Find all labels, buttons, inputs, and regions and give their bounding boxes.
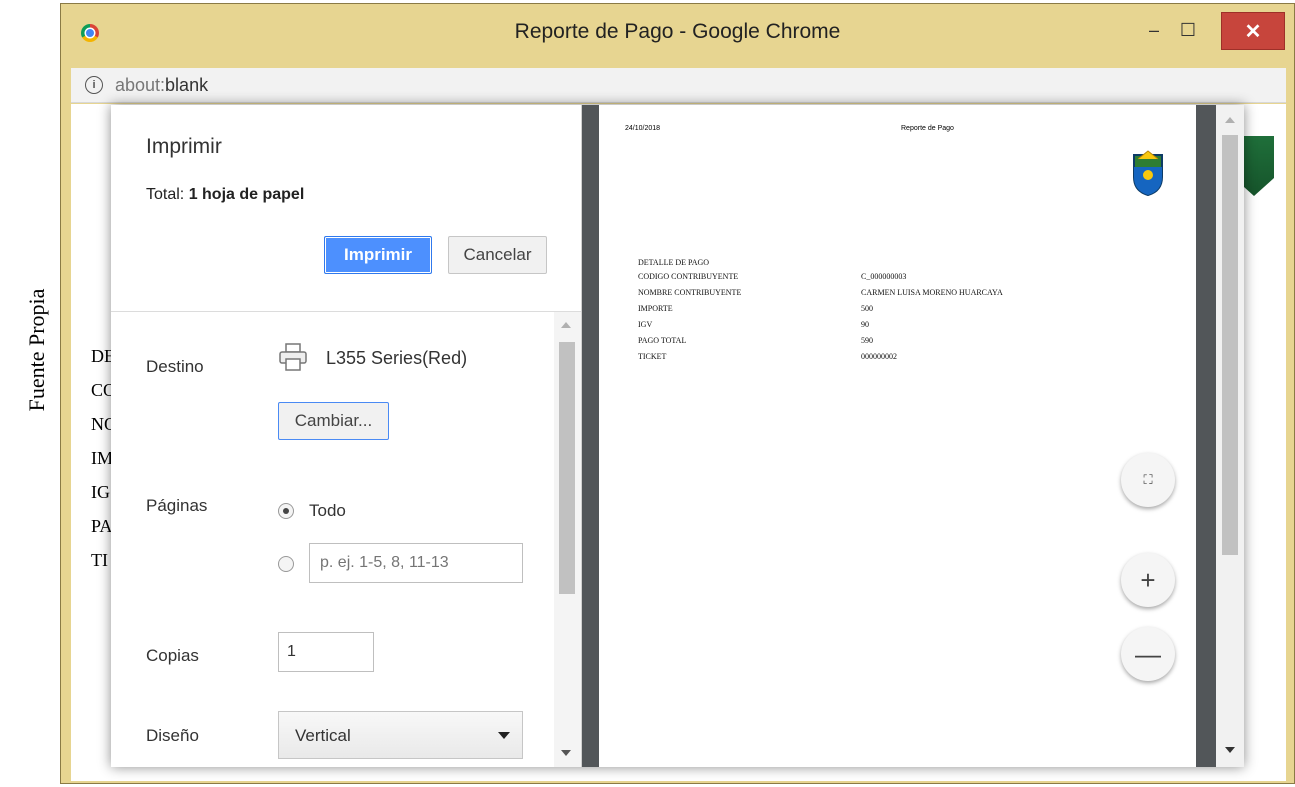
maximize-button[interactable]: ☐ — [1173, 13, 1203, 47]
scroll-down-arrow-icon[interactable] — [561, 750, 571, 756]
copies-input[interactable] — [278, 632, 374, 672]
scroll-up-arrow-icon[interactable] — [561, 322, 571, 328]
layout-label: Diseño — [146, 726, 199, 745]
preview-row-label: TICKET — [638, 352, 667, 361]
preview-date: 24/10/2018 — [625, 125, 661, 132]
sheet-total: Total: 1 hoja de papel — [146, 186, 304, 204]
total-label: Total: — [146, 186, 189, 203]
print-settings-panel: Imprimir Total: 1 hoja de papel Imprimir… — [111, 105, 582, 767]
destination-label: Destino — [146, 357, 204, 376]
background-text: IM — [91, 448, 113, 468]
preview-title: Reporte de Pago — [901, 125, 954, 132]
info-icon[interactable]: i — [85, 76, 103, 94]
change-destination-button[interactable]: Cambiar... — [278, 402, 389, 440]
preview-row-label: PAGO TOTAL — [638, 336, 687, 345]
figure-caption: Fuente Propia — [22, 245, 52, 455]
municipal-shield-logo — [1133, 150, 1163, 197]
settings-scroll-area[interactable]: Destino L355 Series(Red) Cambiar... Pági… — [111, 312, 581, 767]
layout-value: Vertical — [295, 726, 351, 745]
preview-row-label: CODIGO CONTRIBUYENTE — [638, 272, 739, 281]
preview-row-label: IGV — [638, 320, 653, 329]
print-header: Imprimir Total: 1 hoja de papel Imprimir… — [111, 105, 581, 312]
minimize-button[interactable]: – — [1139, 13, 1169, 47]
print-preview-area[interactable]: 24/10/2018 Reporte de Pago DETALLE DE PA… — [582, 105, 1244, 767]
window-title: Reporte de Pago - Google Chrome — [514, 20, 841, 43]
preview-scroll-down-icon[interactable] — [1225, 747, 1235, 753]
title-bar[interactable]: Reporte de Pago - Google Chrome – ☐ ✕ — [61, 4, 1294, 62]
preview-row-value: 500 — [861, 304, 873, 313]
background-text: TI — [91, 550, 108, 570]
background-text: IG — [91, 482, 110, 502]
pages-range-radio[interactable] — [278, 556, 294, 572]
settings-scroll-thumb[interactable] — [559, 342, 575, 594]
zoom-out-button[interactable]: — — [1121, 627, 1175, 681]
pages-all-label[interactable]: Todo — [309, 501, 346, 521]
pages-all-radio[interactable] — [278, 503, 294, 519]
cancel-button[interactable]: Cancelar — [448, 236, 547, 274]
url-scheme: about: — [115, 75, 166, 95]
chevron-down-icon — [498, 732, 510, 739]
preview-section-title: DETALLE DE PAGO — [638, 258, 710, 267]
preview-row-value: CARMEN LUISA MORENO HUARCAYA — [861, 288, 1003, 297]
preview-scroll-thumb[interactable] — [1222, 135, 1238, 555]
preview-row-value: 000000002 — [861, 352, 897, 361]
url-path: blank — [165, 75, 209, 95]
close-button[interactable]: ✕ — [1221, 12, 1285, 50]
total-value: 1 hoja de papel — [188, 186, 305, 203]
layout-select[interactable]: Vertical — [278, 711, 523, 759]
preview-page: 24/10/2018 Reporte de Pago DETALLE DE PA… — [599, 105, 1196, 767]
preview-scroll-up-icon[interactable] — [1225, 117, 1235, 123]
pages-label: Páginas — [146, 496, 208, 515]
pages-range-input[interactable] — [309, 543, 523, 583]
url-text[interactable]: about:blank — [115, 75, 208, 96]
preview-row-value: 590 — [861, 336, 873, 345]
caption-text: Fuente Propia — [24, 288, 49, 412]
destination-printer: L355 Series(Red) — [326, 348, 468, 368]
preview-row-value: C_000000003 — [861, 272, 907, 281]
zoom-in-button[interactable]: + — [1121, 553, 1175, 607]
address-bar[interactable]: i about:blank — [71, 68, 1286, 103]
printer-icon — [279, 343, 307, 371]
print-button[interactable]: Imprimir — [324, 236, 432, 274]
background-text: PA — [91, 516, 113, 536]
preview-row-label: IMPORTE — [638, 304, 673, 313]
fit-to-page-button[interactable]: ⛶ — [1121, 453, 1175, 507]
preview-row-value: 90 — [861, 320, 869, 329]
print-title: Imprimir — [146, 135, 222, 158]
print-dialog: Imprimir Total: 1 hoja de papel Imprimir… — [111, 105, 1244, 767]
copies-label: Copias — [146, 646, 199, 665]
preview-row-label: NOMBRE CONTRIBUYENTE — [638, 288, 742, 297]
